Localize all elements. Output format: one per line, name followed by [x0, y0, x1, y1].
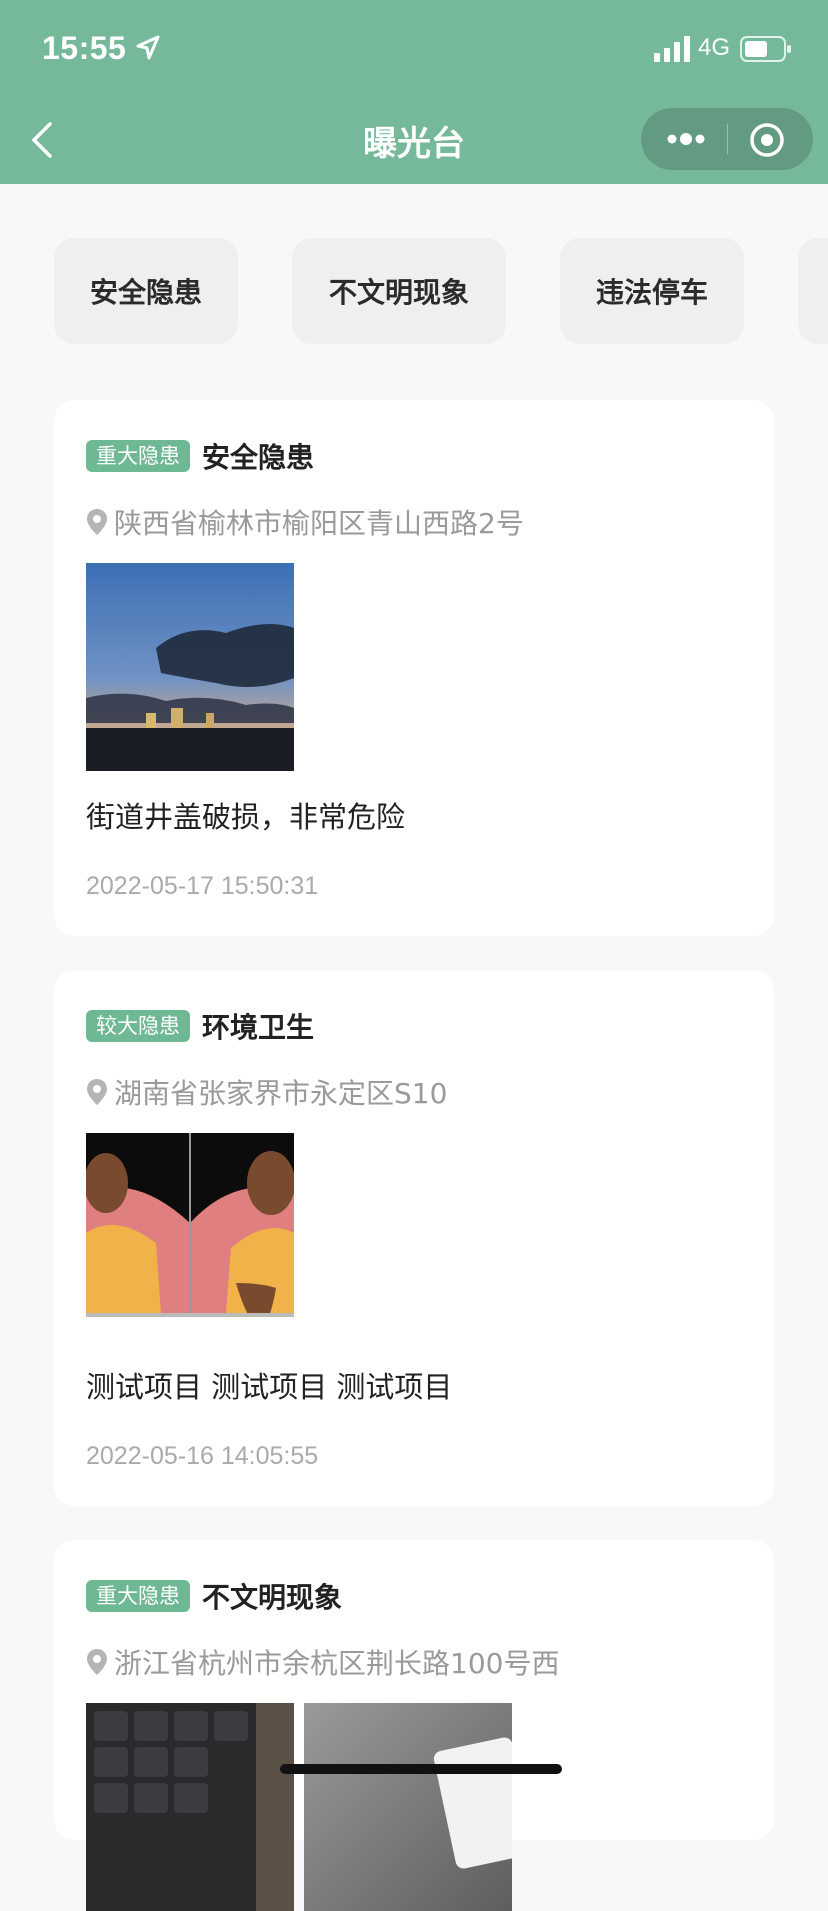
- tab-more-cut-off[interactable]: [798, 238, 828, 344]
- location-pin-icon: [87, 509, 107, 535]
- more-dots-icon[interactable]: [665, 122, 707, 156]
- post-header: 重大隐患 安全隐患: [86, 436, 314, 476]
- location-pin-icon: [87, 1079, 107, 1105]
- post-photo[interactable]: [86, 563, 294, 771]
- signal-icon: [654, 36, 690, 62]
- address-text: 陕西省榆林市榆阳区青山西路2号: [114, 507, 524, 540]
- post-address: 湖南省张家界市永定区S10: [86, 1072, 447, 1112]
- capsule-divider: [727, 124, 728, 154]
- post-address: 浙江省杭州市余杭区荆长路100号西: [86, 1642, 559, 1682]
- post-card[interactable]: 重大隐患 不文明现象 浙江省杭州市余杭区荆长路100号西: [54, 1540, 774, 1911]
- post-photo[interactable]: [86, 1133, 294, 1341]
- header-bar: 15:55 4G 曝光台: [0, 0, 828, 184]
- post-time: 2022-05-17 15:50:31: [86, 872, 319, 900]
- post-card[interactable]: 重大隐患 安全隐患 陕西省榆林市榆阳区青山西路2号 街道井盖破损，非常危险 20…: [54, 400, 774, 936]
- post-description: 测试项目 测试项目 测试项目: [86, 1370, 453, 1404]
- close-circle-icon[interactable]: [749, 122, 785, 158]
- post-category: 环境卫生: [202, 1011, 315, 1044]
- post-photo[interactable]: [304, 1703, 512, 1911]
- location-arrow-icon: [136, 35, 160, 60]
- severity-badge: 较大隐患: [86, 1010, 190, 1042]
- severity-badge: 重大隐患: [86, 440, 190, 472]
- cartoon-photo-image: [86, 1133, 294, 1341]
- location-pin-icon: [87, 1649, 107, 1675]
- battery-icon: [740, 36, 791, 62]
- tab-uncivil-behavior[interactable]: 不文明现象: [292, 238, 506, 344]
- home-indicator: [280, 1764, 562, 1774]
- status-time: 15:55: [42, 30, 127, 66]
- post-category: 不文明现象: [202, 1581, 343, 1614]
- post-time: 2022-05-16 14:05:55: [86, 1442, 319, 1470]
- address-text: 浙江省杭州市余杭区荆长路100号西: [114, 1647, 560, 1680]
- post-header: 较大隐患 环境卫生: [86, 1006, 314, 1046]
- severity-badge: 重大隐患: [86, 1580, 190, 1612]
- mini-program-capsule: [641, 108, 813, 170]
- post-address: 陕西省榆林市榆阳区青山西路2号: [86, 502, 524, 542]
- post-category: 安全隐患: [202, 441, 315, 474]
- category-tabs: 安全隐患 不文明现象 违法停车: [0, 238, 828, 344]
- post-header: 重大隐患 不文明现象: [86, 1576, 342, 1616]
- address-text: 湖南省张家界市永定区S10: [114, 1077, 448, 1110]
- post-card[interactable]: 较大隐患 环境卫生 湖南省张家界市永定区S10 测试项目 测试项目 测试项目 2…: [54, 970, 774, 1506]
- tab-illegal-parking[interactable]: 违法停车: [560, 238, 744, 344]
- post-description: 街道井盖破损，非常危险: [86, 800, 406, 834]
- post-photo[interactable]: [86, 1703, 294, 1911]
- tab-safety-hazard[interactable]: 安全隐患: [54, 238, 238, 344]
- keyboard-photo-image: [86, 1703, 294, 1911]
- network-type: 4G: [698, 34, 731, 61]
- device-photo-image: [304, 1703, 512, 1911]
- sky-photo-image: [86, 563, 294, 771]
